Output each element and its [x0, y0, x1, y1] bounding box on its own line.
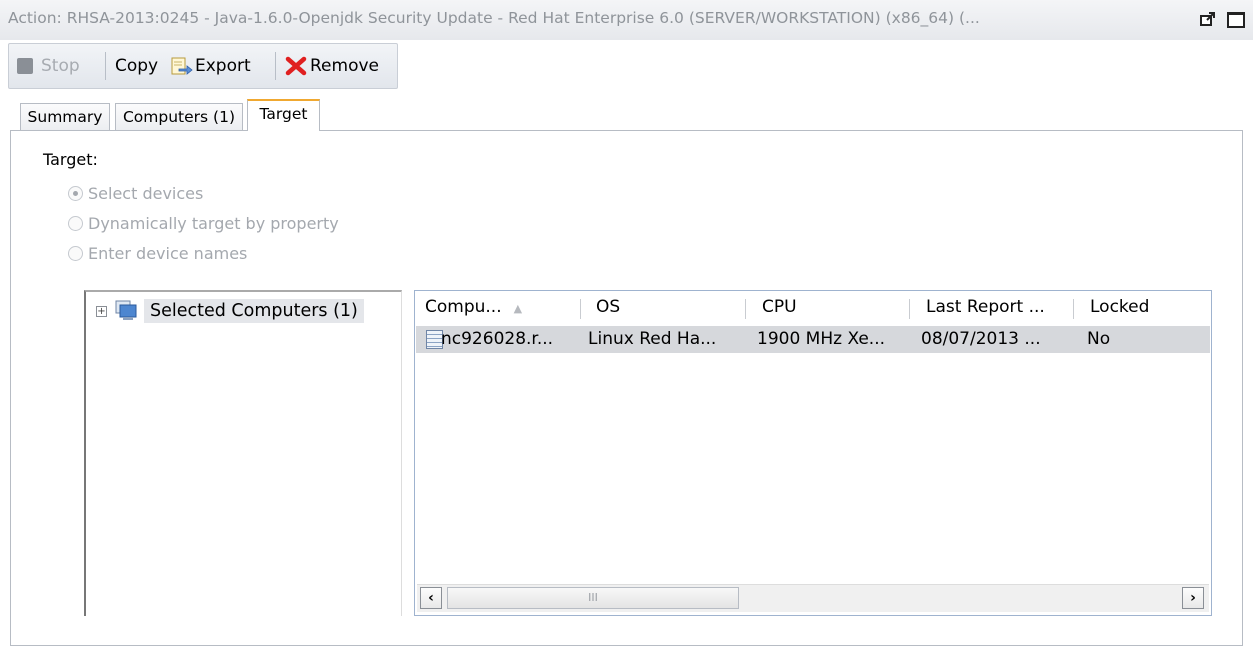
computers-group-icon	[115, 300, 137, 320]
scroll-left-button[interactable]: ‹	[420, 587, 442, 609]
computer-tree[interactable]: + Selected Computers (1)	[84, 290, 402, 616]
column-header-last-report[interactable]: Last Report ...	[926, 297, 1045, 323]
tab-target[interactable]: Target	[247, 99, 320, 131]
column-separator[interactable]	[909, 299, 910, 319]
cell-last-report: 08/07/2013 ...	[921, 329, 1041, 349]
radio-label: Enter device names	[88, 244, 248, 263]
radio-label: Dynamically target by property	[88, 214, 339, 233]
scroll-thumb[interactable]: III	[447, 587, 739, 609]
window-title: Action: RHSA-2013:0245 - Java-1.6.0-Open…	[8, 9, 980, 27]
tree-item-selected-computers[interactable]: + Selected Computers (1)	[96, 297, 364, 325]
radio-button[interactable]	[68, 216, 83, 231]
stop-icon	[17, 58, 33, 74]
export-button[interactable]: Export	[171, 44, 251, 88]
remove-icon	[285, 56, 307, 76]
toolbar-separator	[275, 52, 276, 80]
expand-icon[interactable]: +	[96, 305, 107, 317]
radio-button[interactable]	[68, 246, 83, 261]
cell-os: Linux Red Ha...	[588, 329, 717, 349]
tab-summary[interactable]: Summary	[20, 103, 110, 130]
remove-label: Remove	[310, 56, 379, 76]
column-header-os[interactable]: OS	[596, 297, 620, 323]
column-separator[interactable]	[1073, 299, 1074, 319]
tab-computers[interactable]: Computers (1)	[115, 103, 243, 130]
radio-label: Select devices	[88, 184, 204, 203]
radio-enter-device-names[interactable]: Enter device names	[68, 244, 247, 263]
remove-button[interactable]: Remove	[285, 44, 379, 88]
stop-button[interactable]: Stop	[17, 44, 80, 88]
column-header-computer[interactable]: Compu... ▲	[425, 297, 522, 323]
toolbar-separator	[105, 52, 106, 80]
column-separator[interactable]	[745, 299, 746, 319]
cell-cpu: 1900 MHz Xe...	[757, 329, 885, 349]
sort-ascending-icon: ▲	[513, 302, 523, 315]
computers-table[interactable]: Compu... ▲ OS CPU Last Report ... Locked …	[414, 290, 1212, 616]
scroll-right-button[interactable]: ›	[1182, 587, 1204, 609]
stop-label: Stop	[41, 56, 80, 76]
copy-button[interactable]: Copy	[115, 44, 158, 88]
radio-select-devices[interactable]: Select devices	[68, 184, 203, 203]
export-label: Export	[195, 56, 251, 76]
detach-icon[interactable]	[1200, 12, 1216, 26]
window-titlebar: Action: RHSA-2013:0245 - Java-1.6.0-Open…	[0, 0, 1253, 40]
target-label: Target:	[43, 150, 98, 169]
tree-item-label: Selected Computers (1)	[144, 299, 364, 323]
export-icon	[171, 57, 193, 75]
column-header-locked[interactable]: Locked	[1090, 297, 1149, 323]
cell-computer: nc926028.r...	[441, 329, 554, 349]
copy-label: Copy	[115, 56, 159, 76]
cell-locked: No	[1087, 329, 1111, 349]
column-header-cpu[interactable]: CPU	[762, 297, 797, 323]
toolbar: Stop Copy Export Remove	[8, 43, 398, 89]
column-separator[interactable]	[580, 299, 581, 319]
radio-dynamic-target[interactable]: Dynamically target by property	[68, 214, 339, 233]
table-row[interactable]: nc926028.r... Linux Red Ha... 1900 MHz X…	[416, 326, 1210, 353]
radio-button[interactable]	[68, 186, 83, 201]
horizontal-scrollbar[interactable]: ‹ III ›	[417, 584, 1209, 612]
maximize-icon[interactable]	[1227, 12, 1245, 28]
